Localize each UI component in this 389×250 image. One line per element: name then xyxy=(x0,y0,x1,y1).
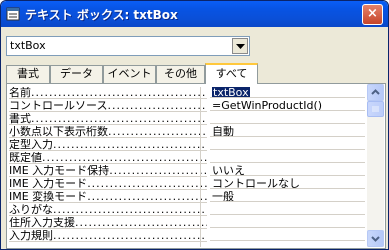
object-selector-value: txtBox xyxy=(10,39,46,52)
property-name: 入力規則 xyxy=(9,230,207,242)
property-value-field[interactable]: 自動 xyxy=(210,126,365,137)
title-bar[interactable]: テキスト ボックス: txtBox × xyxy=(1,1,388,27)
property-value-field[interactable]: 一般 xyxy=(210,191,365,202)
property-row[interactable]: 名前 txtBox xyxy=(9,87,365,99)
property-name: コントロールソース xyxy=(9,100,207,112)
property-value-field[interactable] xyxy=(210,113,365,124)
close-icon: × xyxy=(367,6,378,21)
property-value-field[interactable] xyxy=(210,139,365,150)
property-tabs: 書式 データ イベント その他 すべて xyxy=(6,63,386,84)
property-name: IME 変換モード xyxy=(9,191,207,203)
property-row[interactable]: IME 変換モード 一般 xyxy=(9,191,365,203)
chevron-down-icon xyxy=(371,236,380,242)
window-title: テキスト ボックス: txtBox xyxy=(25,8,178,22)
property-value-field[interactable]: いいえ xyxy=(210,165,365,176)
property-value-field[interactable]: txtBox xyxy=(210,87,365,98)
vertical-scrollbar[interactable] xyxy=(367,84,384,247)
scroll-thumb[interactable] xyxy=(367,101,384,117)
property-name: IME 入力モード保持 xyxy=(9,165,207,177)
property-sheet-window: テキスト ボックス: txtBox × txtBox 書式 データ イベント そ… xyxy=(0,0,389,250)
property-name: 定型入力 xyxy=(9,139,207,151)
tab-other[interactable]: その他 xyxy=(156,65,205,83)
property-name: 名前 xyxy=(9,87,207,99)
close-button[interactable]: × xyxy=(362,4,383,25)
property-value-field[interactable] xyxy=(210,217,365,228)
property-name: IME 入力モード xyxy=(9,178,207,190)
combo-dropdown-button[interactable] xyxy=(232,38,248,54)
property-value-field[interactable] xyxy=(210,152,365,163)
tab-format[interactable]: 書式 xyxy=(6,65,50,83)
property-value-field[interactable] xyxy=(210,204,365,215)
tab-all[interactable]: すべて xyxy=(205,63,258,84)
object-selector-combo[interactable]: txtBox xyxy=(6,36,250,56)
tab-data[interactable]: データ xyxy=(50,65,103,83)
property-name: 住所入力支援 xyxy=(9,217,207,229)
property-row[interactable]: ふりがな xyxy=(9,204,365,216)
scroll-down-button[interactable] xyxy=(367,230,384,247)
property-row[interactable]: 定型入力 xyxy=(9,139,365,151)
property-value-field[interactable]: =GetWinProductId() xyxy=(210,100,365,111)
column-divider[interactable] xyxy=(200,87,201,247)
property-value-field[interactable] xyxy=(210,230,365,241)
chevron-down-icon xyxy=(236,44,245,49)
property-row[interactable]: 入力規則 xyxy=(9,230,365,242)
property-name: 書式 xyxy=(9,113,207,125)
tab-event[interactable]: イベント xyxy=(103,65,156,83)
property-row[interactable]: 住所入力支援 xyxy=(9,217,365,229)
property-row[interactable]: IME 入力モード保持 いいえ xyxy=(9,165,365,177)
property-sheet-icon xyxy=(6,7,20,21)
property-row[interactable]: 書式 xyxy=(9,113,365,125)
property-row[interactable]: コントロールソース =GetWinProductId() xyxy=(9,100,365,112)
property-row[interactable]: 既定値 xyxy=(9,152,365,164)
property-row[interactable]: IME 入力モード コントロールなし xyxy=(9,178,365,190)
property-row[interactable]: 小数点以下表示桁数 自動 xyxy=(9,126,365,138)
scroll-up-button[interactable] xyxy=(367,84,384,101)
property-name: ふりがな xyxy=(9,204,207,216)
chevron-up-icon xyxy=(371,89,380,95)
property-name: 既定値 xyxy=(9,152,207,164)
property-name: 小数点以下表示桁数 xyxy=(9,126,207,138)
grip-icon xyxy=(372,106,379,112)
property-grid: 名前 txtBox コントロールソース =GetWinProductId() 書… xyxy=(9,87,365,247)
property-value-field[interactable]: コントロールなし xyxy=(210,178,365,189)
